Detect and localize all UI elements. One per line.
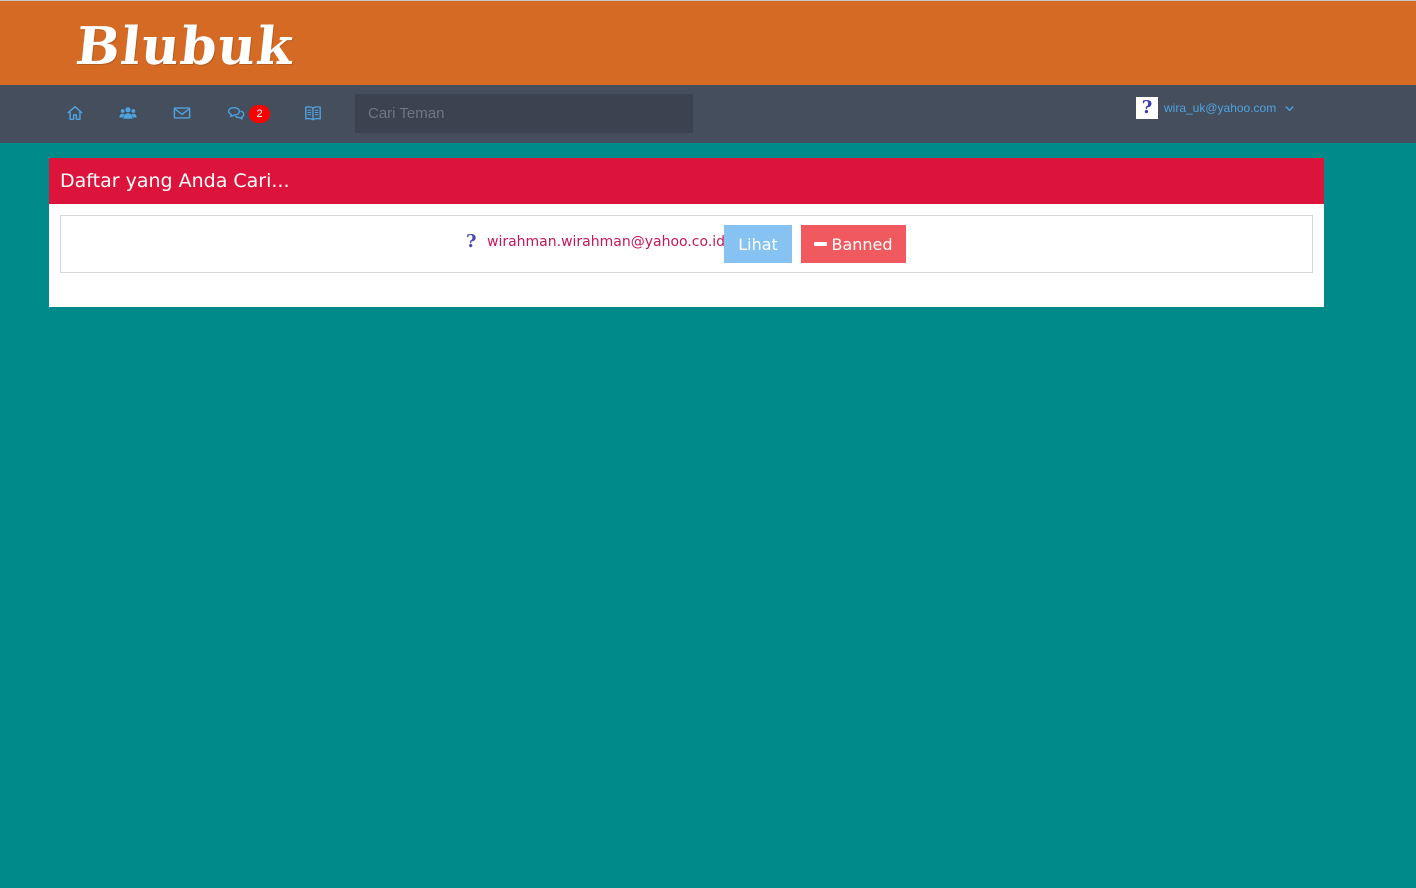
home-icon[interactable] [62,100,88,126]
panel-title: Daftar yang Anda Cari... [49,158,1324,204]
list-item: ? wirahman.wirahman@yahoo.co.id Lihat Ba… [60,215,1313,273]
envelope-icon[interactable] [169,100,195,126]
avatar: ? [466,231,477,252]
chevron-down-icon[interactable] [1284,103,1295,114]
book-icon[interactable] [300,100,326,126]
view-button[interactable]: Lihat [724,225,792,263]
result-email-link[interactable]: wirahman.wirahman@yahoo.co.id [487,234,725,250]
site-logo[interactable]: Blubuk [73,16,297,77]
ban-button[interactable]: Banned [801,225,906,263]
comments-icon[interactable] [223,100,249,126]
ban-button-label: Banned [831,234,893,254]
user-menu[interactable]: ? wira_uk@yahoo.com [1136,97,1295,119]
search-input[interactable] [355,94,693,133]
user-email[interactable]: wira_uk@yahoo.com [1164,101,1276,115]
brand-bar: Blubuk [0,0,1416,85]
users-icon[interactable] [115,100,141,126]
messages-badge[interactable]: 2 [249,105,270,123]
user-avatar: ? [1136,97,1158,119]
minus-icon [814,242,828,246]
search-results-panel: Daftar yang Anda Cari... ? wirahman.wira… [49,158,1324,307]
